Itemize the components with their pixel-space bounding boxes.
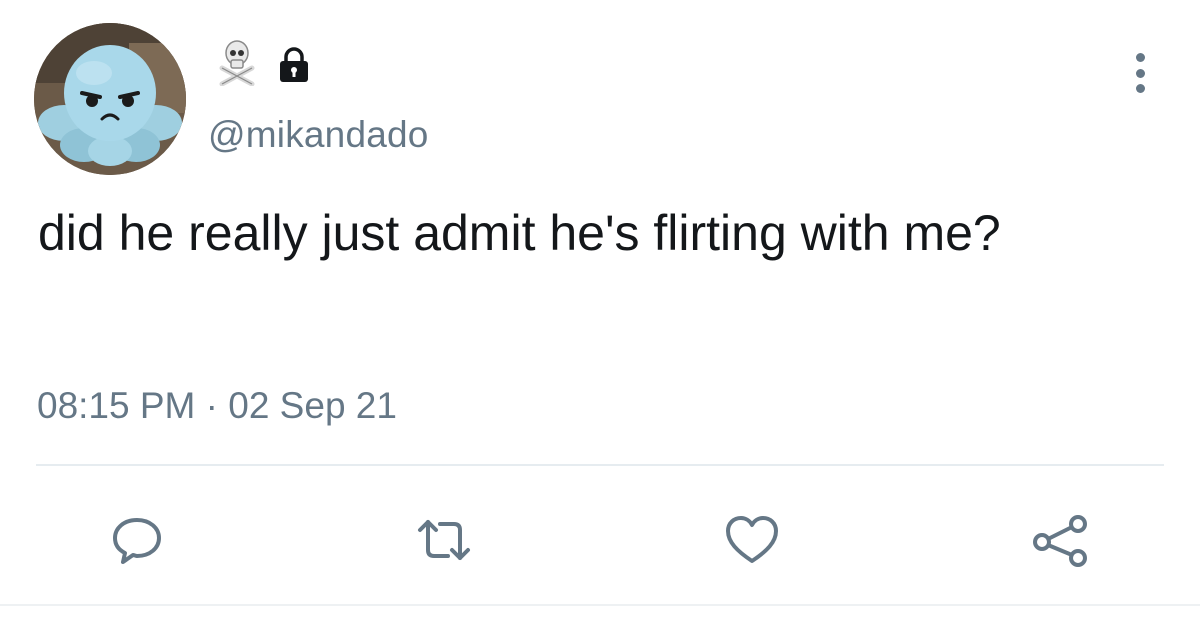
more-dot bbox=[1135, 53, 1145, 62]
more-options-icon[interactable] bbox=[1134, 53, 1146, 93]
reply-button[interactable] bbox=[97, 500, 177, 580]
user-handle[interactable]: @mikandado bbox=[208, 114, 429, 156]
display-name[interactable] bbox=[218, 38, 312, 87]
retweet-icon bbox=[412, 512, 476, 568]
bottom-divider bbox=[0, 604, 1200, 606]
heart-icon bbox=[723, 513, 781, 567]
more-dot bbox=[1135, 68, 1145, 78]
like-button[interactable] bbox=[712, 500, 792, 580]
divider bbox=[36, 464, 1164, 466]
reply-icon bbox=[109, 512, 165, 568]
skull-and-crossbones-icon bbox=[218, 38, 256, 87]
share-button[interactable] bbox=[1020, 500, 1100, 580]
tweet-text: did he really just admit he's flirting w… bbox=[38, 205, 1001, 261]
avatar[interactable] bbox=[34, 23, 186, 175]
more-dot bbox=[1135, 84, 1145, 93]
tweet-timestamp[interactable]: 08:15 PM · 02 Sep 21 bbox=[37, 385, 397, 427]
action-bar bbox=[0, 500, 1200, 580]
lock-icon bbox=[276, 46, 312, 84]
avatar-image bbox=[34, 23, 186, 175]
share-icon bbox=[1030, 512, 1090, 568]
tweet-card: @mikandado did he really just admit he's… bbox=[0, 0, 1200, 624]
retweet-button[interactable] bbox=[404, 500, 484, 580]
